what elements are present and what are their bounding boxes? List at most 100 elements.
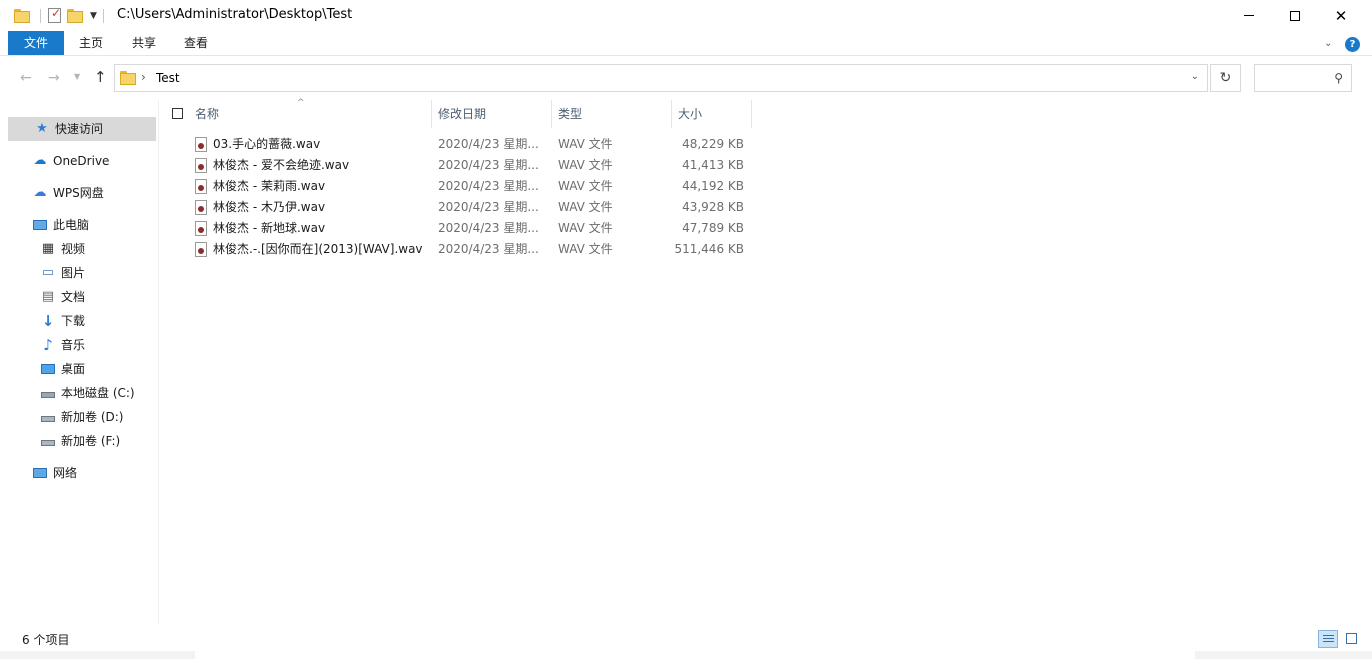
refresh-icon: ↻: [1219, 70, 1232, 86]
file-name: 林俊杰 - 新地球.wav: [213, 221, 326, 235]
divider: [102, 9, 104, 23]
sidebar-item-music[interactable]: ♪ 音乐: [40, 333, 85, 357]
file-size: 43,928 KB: [682, 200, 744, 214]
file-row[interactable]: 林俊杰 - 木乃伊.wav 2020/4/23 星期... WAV 文件 43,…: [159, 197, 759, 218]
column-divider[interactable]: [671, 100, 672, 128]
refresh-button[interactable]: ↻: [1210, 64, 1241, 92]
file-row[interactable]: 林俊杰 - 爱不会绝迹.wav 2020/4/23 星期... WAV 文件 4…: [159, 155, 759, 176]
chevron-down-icon[interactable]: ▼: [74, 72, 80, 81]
file-name: 林俊杰 - 茉莉雨.wav: [213, 179, 326, 193]
tab-share[interactable]: 共享: [118, 31, 170, 55]
sidebar-item-label: 此电脑: [53, 218, 90, 232]
wav-file-icon: [195, 179, 207, 194]
column-header-type[interactable]: 类型: [558, 100, 671, 128]
column-header-date[interactable]: 修改日期: [438, 100, 551, 128]
title-bar: ▼ C:\Users\Administrator\Desktop\Test ✕: [0, 0, 1372, 31]
sidebar-item-drive-c[interactable]: 本地磁盘 (C:): [40, 381, 135, 405]
sidebar-item-quick-access[interactable]: ★ 快速访问: [8, 117, 156, 141]
file-row[interactable]: 林俊杰 - 茉莉雨.wav 2020/4/23 星期... WAV 文件 44,…: [159, 176, 759, 197]
column-divider[interactable]: [431, 100, 432, 128]
new-folder-icon[interactable]: [67, 8, 83, 24]
file-type: WAV 文件: [558, 200, 613, 214]
sidebar-item-label: 本地磁盘 (C:): [61, 386, 135, 400]
column-divider[interactable]: [751, 100, 752, 128]
file-size: 47,789 KB: [682, 221, 744, 235]
large-icons-view-button[interactable]: [1342, 630, 1362, 648]
minimize-button[interactable]: [1226, 0, 1272, 31]
column-header-size[interactable]: 大小: [678, 100, 751, 128]
file-row[interactable]: 03.手心的蔷薇.wav 2020/4/23 星期... WAV 文件 48,2…: [159, 134, 759, 155]
file-name: 林俊杰.-.[因你而在](2013)[WAV].wav: [213, 242, 423, 256]
details-view-button[interactable]: [1318, 630, 1338, 648]
sidebar-item-label: 视频: [61, 242, 86, 256]
desktop-icon: [40, 361, 56, 377]
properties-icon[interactable]: [47, 6, 63, 24]
sidebar-item-label: 下载: [61, 314, 86, 328]
file-type: WAV 文件: [558, 158, 613, 172]
chevron-down-icon[interactable]: ⌄: [1324, 38, 1332, 49]
cloud-icon: ☁: [33, 153, 47, 168]
file-date: 2020/4/23 星期...: [438, 200, 539, 214]
video-icon: ▦: [41, 241, 55, 256]
divider: [40, 9, 41, 23]
close-icon: ✕: [1334, 6, 1348, 25]
computer-icon: [32, 217, 48, 233]
wav-file-icon: [195, 137, 207, 152]
sidebar-item-pictures[interactable]: ▭ 图片: [40, 261, 85, 285]
file-type: WAV 文件: [558, 221, 613, 235]
select-all-checkbox[interactable]: [172, 108, 183, 119]
file-row[interactable]: 林俊杰 - 新地球.wav 2020/4/23 星期... WAV 文件 47,…: [159, 218, 759, 239]
sidebar-item-label: 桌面: [61, 362, 86, 376]
file-size: 511,446 KB: [674, 242, 744, 256]
sidebar-item-onedrive[interactable]: ☁ OneDrive: [32, 149, 110, 173]
sidebar-item-drive-f[interactable]: 新加卷 (F:): [40, 429, 120, 453]
chevron-right-icon[interactable]: ›: [141, 70, 146, 84]
sidebar-item-this-pc[interactable]: 此电脑: [32, 213, 89, 237]
tab-home[interactable]: 主页: [64, 31, 118, 55]
file-row[interactable]: 林俊杰.-.[因你而在](2013)[WAV].wav 2020/4/23 星期…: [159, 239, 759, 260]
sidebar-item-desktop[interactable]: 桌面: [40, 357, 85, 381]
folder-icon[interactable]: [14, 8, 30, 24]
sidebar-item-videos[interactable]: ▦ 视频: [40, 237, 85, 261]
quick-access-toolbar: ▼: [14, 6, 110, 26]
tab-view[interactable]: 查看: [170, 31, 222, 55]
drive-icon: [40, 433, 56, 449]
sidebar-item-label: 文档: [61, 290, 86, 304]
navigation-pane: ★ 快速访问 ☁ OneDrive ☁ WPS网盘 此电脑 ▦ 视频 ▭ 图片 …: [8, 100, 159, 624]
star-icon: ★: [36, 121, 48, 136]
file-date: 2020/4/23 星期...: [438, 137, 539, 151]
forward-arrow-icon[interactable]: →: [48, 70, 60, 86]
up-arrow-icon[interactable]: ↑: [94, 68, 107, 86]
sidebar-item-network[interactable]: 网络: [32, 461, 77, 485]
address-bar[interactable]: › Test ⌄: [114, 64, 1208, 92]
maximize-icon: [1290, 10, 1300, 21]
maximize-button[interactable]: [1272, 0, 1318, 31]
close-button[interactable]: ✕: [1318, 0, 1364, 31]
chevron-down-icon[interactable]: ⌄: [1191, 71, 1199, 82]
item-count: 6 个项目: [22, 633, 70, 647]
chevron-down-icon[interactable]: ▼: [90, 11, 97, 21]
column-divider[interactable]: [551, 100, 552, 128]
sidebar-item-label: 网络: [53, 466, 78, 480]
file-name: 林俊杰 - 木乃伊.wav: [213, 200, 326, 214]
minimize-icon: [1244, 15, 1254, 16]
sidebar-item-downloads[interactable]: ↓ 下载: [40, 309, 85, 333]
column-header-name[interactable]: 名称: [195, 100, 431, 128]
breadcrumb[interactable]: Test: [156, 71, 180, 85]
taskbar-gap: [195, 651, 1195, 659]
sidebar-item-label: 快速访问: [55, 122, 104, 136]
folder-icon: [120, 71, 136, 85]
wav-file-icon: [195, 221, 207, 236]
back-arrow-icon[interactable]: ←: [20, 70, 32, 86]
tab-file[interactable]: 文件: [8, 31, 64, 55]
file-date: 2020/4/23 星期...: [438, 221, 539, 235]
navigation-bar: ← → ▼ ↑ › Test ⌄ ↻ ⚲: [0, 56, 1372, 100]
sidebar-item-documents[interactable]: ▤ 文档: [40, 285, 85, 309]
sidebar-item-wps[interactable]: ☁ WPS网盘: [32, 181, 104, 205]
help-icon[interactable]: ?: [1345, 37, 1360, 52]
search-input[interactable]: ⚲: [1254, 64, 1352, 92]
document-icon: ▤: [41, 289, 55, 304]
file-date: 2020/4/23 星期...: [438, 158, 539, 172]
sidebar-item-drive-d[interactable]: 新加卷 (D:): [40, 405, 123, 429]
sidebar-item-label: 音乐: [61, 338, 86, 352]
